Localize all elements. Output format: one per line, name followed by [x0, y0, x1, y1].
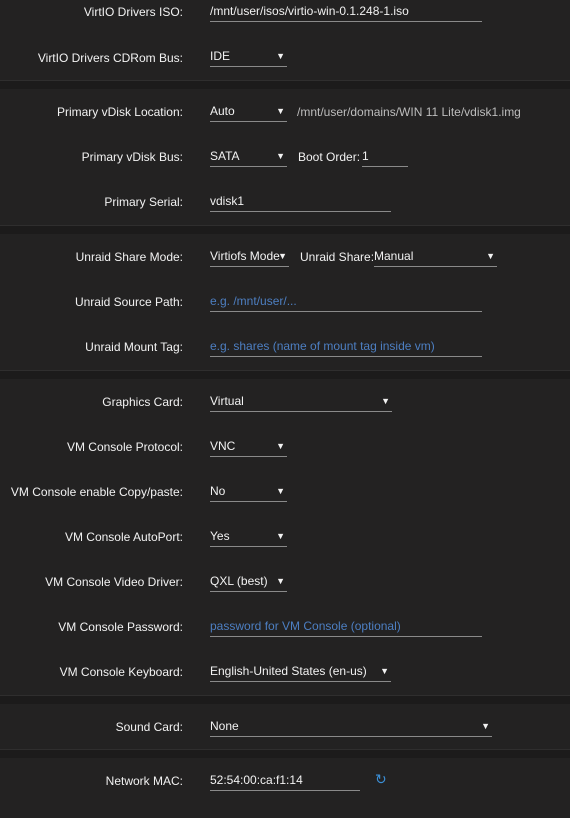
console-keyboard-label: VM Console Keyboard: [59, 664, 183, 679]
console-video-label: VM Console Video Driver: [45, 574, 183, 589]
chevron-down-icon: ▼ [276, 486, 285, 496]
console-video-select[interactable]: QXL (best) ▼ [210, 570, 287, 592]
share-source-label: Unraid Source Path: [74, 294, 183, 309]
network-section: Network MAC: 52:54:00:ca:f1:14 ↻ [0, 758, 570, 818]
graphics-card-label: Graphics Card: [102, 394, 183, 409]
sound-section: Sound Card: None ▼ [0, 704, 570, 749]
console-autoport-select[interactable]: Yes ▼ [210, 525, 287, 547]
console-password-row: VM Console Password: password for VM Con… [0, 604, 570, 649]
share-mode-value: Virtiofs Mode [210, 249, 280, 263]
network-mac-row: Network MAC: 52:54:00:ca:f1:14 ↻ [0, 758, 570, 803]
refresh-icon[interactable]: ↻ [375, 771, 387, 788]
sound-row: Sound Card: None ▼ [0, 704, 570, 749]
vdisk-bus-select[interactable]: SATA ▼ [210, 145, 287, 167]
console-copy-row: VM Console enable Copy/paste: No ▼ [0, 469, 570, 514]
virtio-cdrom-label: VirtIO Drivers CDRom Bus: [37, 50, 183, 65]
section-divider [0, 80, 570, 89]
share-tag-label: Unraid Mount Tag: [85, 339, 183, 354]
boot-order-input[interactable]: 1 [362, 145, 408, 167]
chevron-down-icon: ▼ [278, 251, 287, 261]
console-protocol-label: VM Console Protocol: [66, 439, 183, 454]
boot-order-label: Boot Order: [298, 150, 361, 164]
console-autoport-value: Yes [210, 529, 230, 543]
virtio-cdrom-row: VirtIO Drivers CDRom Bus: IDE ▼ [0, 35, 570, 80]
console-video-row: VM Console Video Driver: QXL (best) ▼ [0, 559, 570, 604]
chevron-down-icon: ▼ [276, 151, 285, 161]
section-divider [0, 225, 570, 234]
network-mac-input[interactable]: 52:54:00:ca:f1:14 [210, 769, 360, 791]
virtio-iso-label: VirtIO Drivers ISO: [83, 4, 183, 19]
chevron-down-icon: ▼ [276, 576, 285, 586]
graphics-card-row: Graphics Card: Virtual ▼ [0, 379, 570, 424]
console-autoport-row: VM Console AutoPort: Yes ▼ [0, 514, 570, 559]
share-mode-row: Unraid Share Mode: Virtiofs Mode ▼ Unrai… [0, 234, 570, 279]
sound-card-value: None [210, 719, 239, 733]
chevron-down-icon: ▼ [381, 396, 390, 406]
chevron-down-icon: ▼ [276, 51, 285, 61]
vdisk-location-label: Primary vDisk Location: [56, 104, 183, 119]
virtio-cdrom-select[interactable]: IDE ▼ [210, 45, 287, 67]
unraid-share-label: Unraid Share: [300, 250, 375, 264]
virtio-iso-input[interactable]: /mnt/user/isos/virtio-win-0.1.248-1.iso [210, 0, 482, 22]
vdisk-serial-label: Primary Serial: [104, 194, 183, 209]
share-mode-label: Unraid Share Mode: [75, 249, 183, 264]
vdisk-location-select[interactable]: Auto ▼ [210, 100, 287, 122]
share-section: Unraid Share Mode: Virtiofs Mode ▼ Unrai… [0, 234, 570, 370]
section-divider [0, 749, 570, 758]
section-divider [0, 370, 570, 379]
vdisk-location-path: /mnt/user/domains/WIN 11 Lite/vdisk1.img [297, 105, 521, 119]
sound-card-select[interactable]: None ▼ [210, 715, 492, 737]
section-divider [0, 695, 570, 704]
console-password-label: VM Console Password: [58, 619, 183, 634]
console-password-input[interactable]: password for VM Console (optional) [210, 615, 482, 637]
console-keyboard-select[interactable]: English-United States (en-us) ▼ [210, 660, 391, 682]
unraid-share-value: Manual [374, 249, 414, 263]
vdisk-bus-value: SATA [210, 149, 240, 163]
virtio-iso-row: VirtIO Drivers ISO: /mnt/user/isos/virti… [0, 0, 570, 35]
vdisk-serial-row: Primary Serial: vdisk1 [0, 179, 570, 224]
chevron-down-icon: ▼ [276, 106, 285, 116]
vdisk-bus-row: Primary vDisk Bus: SATA ▼ Boot Order: 1 [0, 134, 570, 179]
console-protocol-select[interactable]: VNC ▼ [210, 435, 287, 457]
vdisk-serial-input[interactable]: vdisk1 [210, 190, 391, 212]
console-protocol-value: VNC [210, 439, 236, 453]
share-tag-input[interactable]: e.g. shares (name of mount tag inside vm… [210, 335, 482, 357]
share-source-input[interactable]: e.g. /mnt/user/... [210, 290, 482, 312]
share-mode-select[interactable]: Virtiofs Mode ▼ [210, 245, 289, 267]
virtio-section: VirtIO Drivers ISO: /mnt/user/isos/virti… [0, 0, 570, 80]
console-copy-select[interactable]: No ▼ [210, 480, 287, 502]
chevron-down-icon: ▼ [276, 531, 285, 541]
vdisk-location-row: Primary vDisk Location: Auto ▼ /mnt/user… [0, 89, 570, 134]
graphics-card-select[interactable]: Virtual ▼ [210, 390, 392, 412]
console-keyboard-row: VM Console Keyboard: English-United Stat… [0, 649, 570, 694]
graphics-section: Graphics Card: Virtual ▼ VM Console Prot… [0, 379, 570, 695]
chevron-down-icon: ▼ [380, 666, 389, 676]
chevron-down-icon: ▼ [481, 721, 490, 731]
chevron-down-icon: ▼ [486, 251, 495, 261]
console-keyboard-value: English-United States (en-us) [210, 664, 367, 678]
network-mac-label: Network MAC: [105, 773, 183, 788]
console-protocol-row: VM Console Protocol: VNC ▼ [0, 424, 570, 469]
unraid-share-select[interactable]: Manual ▼ [374, 245, 497, 267]
share-tag-row: Unraid Mount Tag: e.g. shares (name of m… [0, 324, 570, 369]
console-copy-label: VM Console enable Copy/paste: [10, 484, 183, 499]
vdisk-section: Primary vDisk Location: Auto ▼ /mnt/user… [0, 89, 570, 225]
graphics-card-value: Virtual [210, 394, 244, 408]
sound-card-label: Sound Card: [115, 719, 183, 734]
vdisk-bus-label: Primary vDisk Bus: [81, 149, 183, 164]
vdisk-location-value: Auto [210, 104, 235, 118]
console-video-value: QXL (best) [210, 574, 268, 588]
console-autoport-label: VM Console AutoPort: [64, 529, 183, 544]
console-copy-value: No [210, 484, 226, 498]
virtio-cdrom-value: IDE [210, 49, 231, 63]
chevron-down-icon: ▼ [276, 441, 285, 451]
share-source-row: Unraid Source Path: e.g. /mnt/user/... [0, 279, 570, 324]
